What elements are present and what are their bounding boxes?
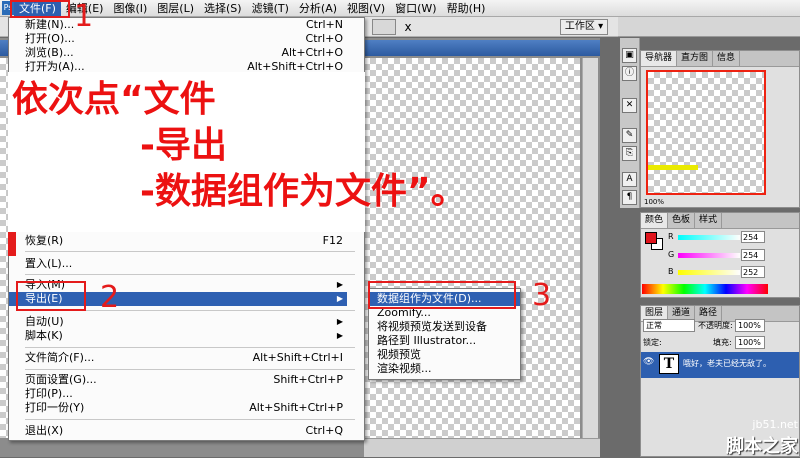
info-panel-icon[interactable]: ⓘ: [622, 66, 637, 81]
menu-separator: [25, 251, 355, 252]
tab-info[interactable]: 信息: [713, 51, 741, 66]
submenu-arrow-icon: ▶: [336, 331, 343, 340]
navigator-preview-text: [648, 165, 698, 170]
tab-histogram[interactable]: 直方图: [677, 51, 714, 66]
opacity-input[interactable]: 100%: [735, 319, 765, 332]
tab-navigator[interactable]: 导航器: [641, 51, 678, 66]
menu-separator: [25, 419, 355, 420]
annotation-line-2: -导出: [140, 125, 227, 166]
menu-item-revert[interactable]: 恢复(R) F12: [9, 234, 347, 248]
blend-mode-select[interactable]: 正常: [643, 319, 695, 332]
text-layer-thumbnail: T: [659, 354, 679, 374]
step-number-1: 1: [74, 0, 94, 34]
menu-separator: [25, 347, 355, 348]
clone-panel-icon[interactable]: ⎘: [622, 146, 637, 161]
channel-r-slider[interactable]: [678, 235, 740, 240]
step-number-2: 2: [100, 280, 120, 315]
channel-g-label: G: [668, 250, 675, 259]
submenu-item-send-video-preview[interactable]: 将视频预览发送到设备: [369, 320, 520, 334]
menu-layer[interactable]: 图层(L): [152, 0, 199, 17]
navigator-panel-icon[interactable]: ▣: [622, 48, 637, 63]
menu-item-file-info[interactable]: 文件简介(F)... Alt+Shift+Ctrl+I: [9, 351, 347, 365]
opacity-label: 不透明度:: [698, 321, 733, 330]
menu-bar: Ps 文件(F) 编辑(E) 图像(I) 图层(L) 选择(S) 滤镜(T) 分…: [0, 0, 800, 17]
channel-g-value[interactable]: 254: [741, 249, 765, 261]
tools-panel-icon[interactable]: ✕: [622, 98, 637, 113]
watermark-name: 脚本之家: [726, 436, 798, 457]
color-spectrum-bar[interactable]: [642, 284, 768, 294]
canvas[interactable]: [364, 58, 580, 438]
menu-item-scripts[interactable]: 脚本(K) ▶: [9, 329, 347, 343]
navigator-preview[interactable]: [646, 70, 766, 195]
menu-analysis[interactable]: 分析(A): [294, 0, 342, 17]
annotation-line-3: -数据组作为文件”。: [140, 171, 467, 212]
submenu-arrow-icon: ▶: [336, 317, 343, 326]
fill-input[interactable]: 100%: [735, 336, 765, 349]
menu-window[interactable]: 窗口(W): [390, 0, 441, 17]
vertical-scrollbar[interactable]: [582, 58, 598, 438]
character-panel-icon[interactable]: A: [622, 172, 637, 187]
paragraph-panel-icon[interactable]: ¶: [622, 190, 637, 205]
menu-view[interactable]: 视图(V): [342, 0, 390, 17]
panel-icons-strip: ▣ ⓘ ✕ ✎ ⎘ A ¶: [620, 38, 640, 208]
highlight-box-export: [16, 281, 86, 311]
highlight-box-file-menu: [10, 0, 70, 18]
tab-paths[interactable]: 路径: [695, 306, 723, 321]
tab-color[interactable]: 颜色: [641, 213, 669, 228]
menu-item-place[interactable]: 置入(L)...: [9, 257, 347, 271]
menu-item-new[interactable]: 新建(N)... Ctrl+N: [9, 18, 347, 32]
navigator-zoom-value[interactable]: 100%: [644, 197, 794, 207]
submenu-arrow-icon: ▶: [336, 294, 343, 303]
menu-image[interactable]: 图像(I): [108, 0, 152, 17]
brush-panel-icon[interactable]: ✎: [622, 128, 637, 143]
channel-b-slider[interactable]: [678, 270, 740, 275]
step-number-3: 3: [532, 278, 552, 313]
menu-item-print[interactable]: 打印(P)...: [9, 387, 347, 401]
channel-b-label: B: [668, 267, 674, 276]
options-color-button[interactable]: [372, 19, 396, 35]
lock-label: 锁定:: [643, 338, 662, 347]
menu-select[interactable]: 选择(S): [199, 0, 247, 17]
menu-filter[interactable]: 滤镜(T): [247, 0, 294, 17]
menu-help[interactable]: 帮助(H): [442, 0, 491, 17]
foreground-color-swatch[interactable]: [645, 232, 657, 244]
dock-header: [618, 17, 800, 37]
channel-b-value[interactable]: 252: [741, 266, 765, 278]
workspace-button[interactable]: 工作区 ▾: [560, 19, 608, 35]
text-orientation-icon[interactable]: ⅹ: [400, 19, 416, 35]
menu-item-browse[interactable]: 浏览(B)... Alt+Ctrl+O: [9, 46, 347, 60]
watermark-site: jb51.net: [752, 418, 798, 431]
tab-swatches[interactable]: 色板: [668, 213, 696, 228]
channel-g-slider[interactable]: [678, 253, 740, 258]
channel-r-label: R: [668, 232, 674, 241]
menu-item-page-setup[interactable]: 页面设置(G)... Shift+Ctrl+P: [9, 373, 347, 387]
channel-r-value[interactable]: 254: [741, 231, 765, 243]
submenu-item-render-video[interactable]: 渲染视频...: [369, 362, 520, 376]
menu-separator: [25, 369, 355, 370]
tab-styles[interactable]: 样式: [695, 213, 723, 228]
menu-item-automate[interactable]: 自动(U) ▶: [9, 315, 347, 329]
submenu-arrow-icon: ▶: [336, 280, 343, 289]
menu-item-exit[interactable]: 退出(X) Ctrl+Q: [9, 424, 347, 438]
annotation-line-1: 依次点“文件: [12, 79, 216, 120]
document-status-bar: [364, 438, 600, 457]
layer-visibility-eye-icon[interactable]: 👁: [643, 357, 655, 371]
menu-item-print-one-copy[interactable]: 打印一份(Y) Alt+Shift+Ctrl+P: [9, 401, 347, 415]
highlight-box-data-sets: [368, 281, 516, 309]
submenu-item-video-preview[interactable]: 视频预览: [369, 348, 520, 362]
fill-label: 填充:: [713, 338, 732, 347]
menu-separator: [25, 274, 355, 275]
submenu-item-paths-to-illustrator[interactable]: 路径到 Illustrator...: [369, 334, 520, 348]
layer-name[interactable]: 哦好，老夫已经无敌了。: [683, 358, 798, 370]
menu-item-open[interactable]: 打开(O)... Ctrl+O: [9, 32, 347, 46]
